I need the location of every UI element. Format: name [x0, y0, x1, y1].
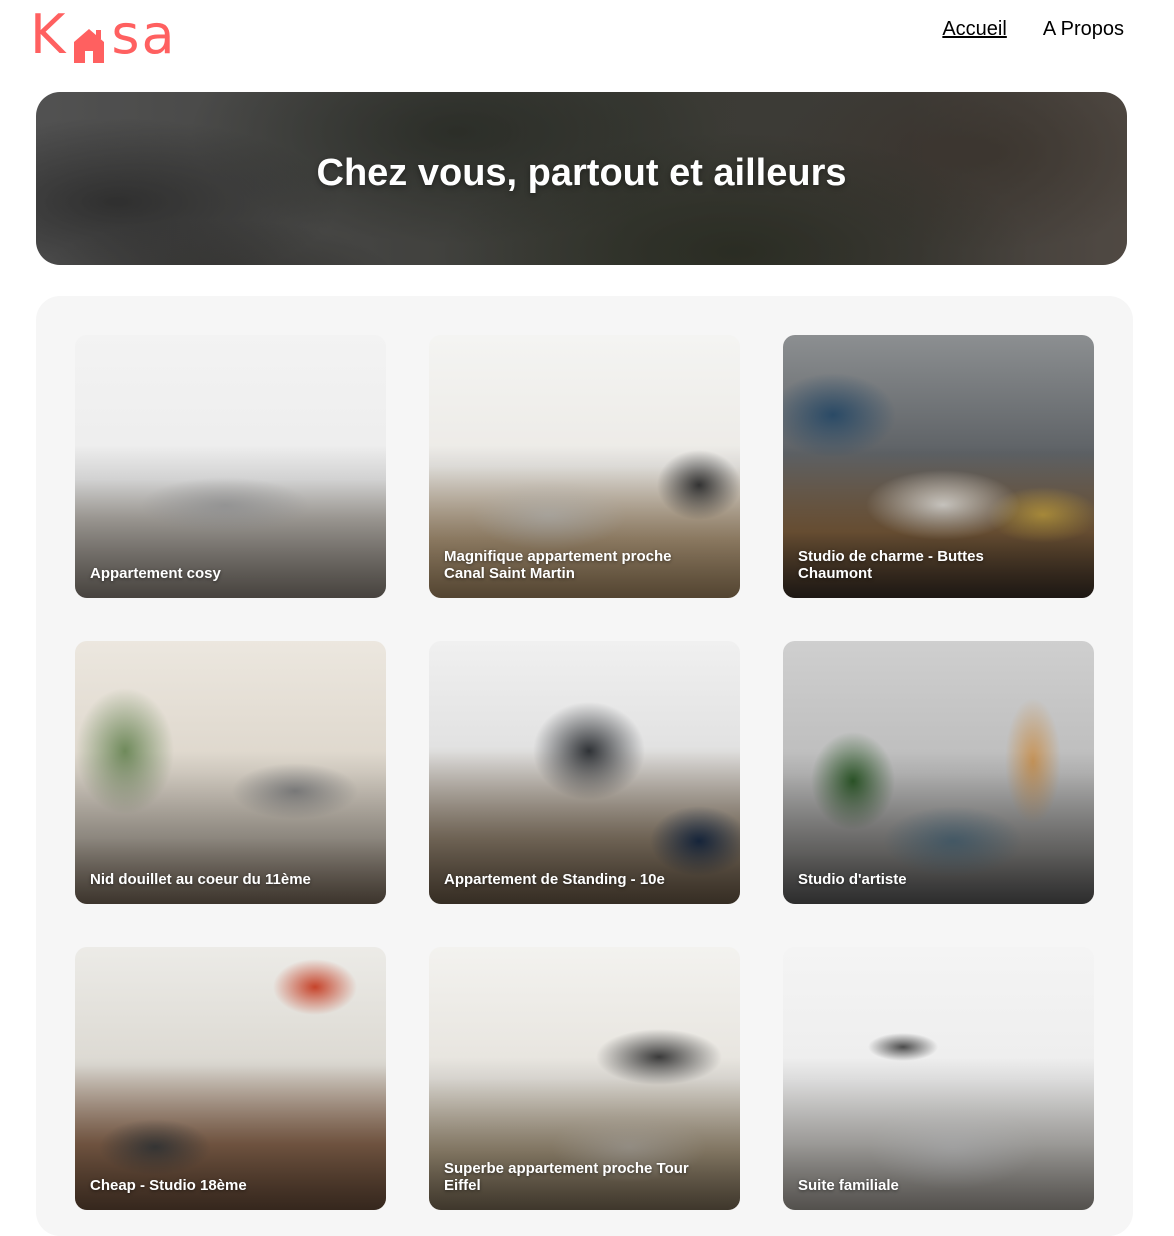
listing-card[interactable]: Cheap - Studio 18ème: [75, 947, 386, 1210]
listing-card[interactable]: Suite familiale: [783, 947, 1094, 1210]
card-gradient: [75, 641, 386, 904]
logo-letters-sa: sa: [111, 3, 177, 66]
card-title: Appartement cosy: [90, 565, 221, 582]
card-gradient: [75, 335, 386, 598]
card-gradient: [429, 641, 740, 904]
card-title: Cheap - Studio 18ème: [90, 1177, 247, 1194]
listing-card[interactable]: Superbe appartement proche Tour Eiffel: [429, 947, 740, 1210]
card-title: Nid douillet au coeur du 11ème: [90, 871, 311, 888]
card-title: Superbe appartement proche Tour Eiffel: [444, 1160, 689, 1194]
card-title: Appartement de Standing - 10e: [444, 871, 665, 888]
listing-card[interactable]: Appartement cosy: [75, 335, 386, 598]
card-gradient: [783, 641, 1094, 904]
house-icon: [71, 17, 107, 63]
listing-card[interactable]: Appartement de Standing - 10e: [429, 641, 740, 904]
listings-gallery: Appartement cosy Magnifique appartement …: [36, 296, 1133, 1236]
listing-card[interactable]: Studio d'artiste: [783, 641, 1094, 904]
hero-banner: Chez vous, partout et ailleurs: [36, 92, 1127, 265]
card-title: Studio d'artiste: [798, 871, 907, 888]
card-title: Magnifique appartement proche Canal Sain…: [444, 548, 672, 582]
card-title: Studio de charme - Buttes Chaumont: [798, 548, 984, 582]
listing-card[interactable]: Magnifique appartement proche Canal Sain…: [429, 335, 740, 598]
nav-link-a-propos[interactable]: A Propos: [1043, 18, 1124, 41]
logo-letter-k: K: [30, 3, 68, 66]
kasa-logo[interactable]: K sa: [30, 4, 177, 66]
card-title: Suite familiale: [798, 1177, 899, 1194]
nav-link-accueil[interactable]: Accueil: [942, 18, 1006, 41]
listing-card[interactable]: Nid douillet au coeur du 11ème: [75, 641, 386, 904]
listing-card[interactable]: Studio de charme - Buttes Chaumont: [783, 335, 1094, 598]
card-gradient: [783, 947, 1094, 1210]
banner-title: Chez vous, partout et ailleurs: [316, 152, 847, 194]
card-gradient: [75, 947, 386, 1210]
site-header: K sa Accueil A Propos: [0, 0, 1174, 80]
main-nav: Accueil A Propos: [942, 18, 1124, 41]
